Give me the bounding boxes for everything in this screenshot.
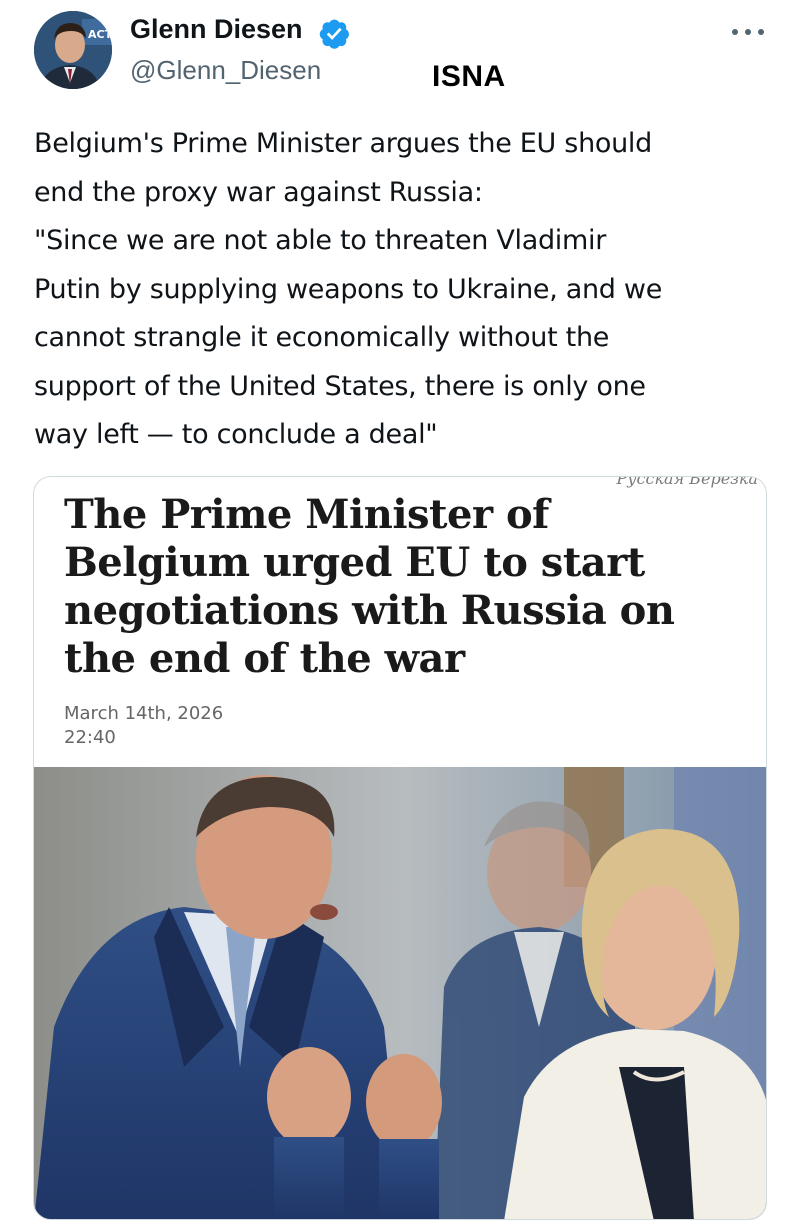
- dot: [758, 29, 764, 35]
- watermark-text: ISNA: [432, 60, 506, 93]
- tweet-line: cannot strangle it economically without …: [34, 322, 610, 353]
- author-handle[interactable]: @Glenn_Diesen: [130, 55, 321, 86]
- tweet-line: support of the United States, there is o…: [34, 370, 646, 402]
- more-options-icon[interactable]: [728, 20, 768, 44]
- avatar[interactable]: ACT: [34, 11, 112, 89]
- tweet-line: way left — to conclude a deal": [34, 419, 438, 450]
- tweet-line: "Since we are not able to threaten Vladi…: [34, 225, 607, 256]
- dot: [732, 29, 738, 35]
- media-card[interactable]: Русская Березка The Prime Minister of Be…: [33, 476, 767, 1220]
- tweet-line: Belgium's Prime Minister argues the EU s…: [34, 128, 652, 159]
- verified-badge-icon: [319, 19, 349, 49]
- tweet-line: end the proxy war against Russia:: [34, 176, 483, 208]
- svg-text:ACT: ACT: [88, 28, 112, 41]
- card-date-day: March 14th, 2026: [64, 703, 224, 724]
- headline-line: the end of the war: [64, 635, 465, 682]
- tweet-text: Belgium's Prime Minister argues the EU s…: [34, 120, 774, 460]
- card-headline: The Prime Minister of Belgium urged EU t…: [64, 491, 744, 683]
- card-source-label: Русская Березка: [616, 476, 759, 488]
- card-date: March 14th, 2026 22:40: [64, 702, 223, 750]
- tweet-line: Putin by supplying weapons to Ukraine, a…: [34, 273, 663, 305]
- dot: [745, 29, 751, 35]
- headline-line: The Prime Minister of: [64, 491, 549, 538]
- author-name[interactable]: Glenn Diesen: [130, 14, 303, 45]
- headline-line: negotiations with Russia on: [64, 587, 675, 634]
- news-photo[interactable]: [34, 767, 766, 1219]
- card-date-time: 22:40: [64, 727, 116, 748]
- headline-line: Belgium urged EU to start: [64, 539, 645, 586]
